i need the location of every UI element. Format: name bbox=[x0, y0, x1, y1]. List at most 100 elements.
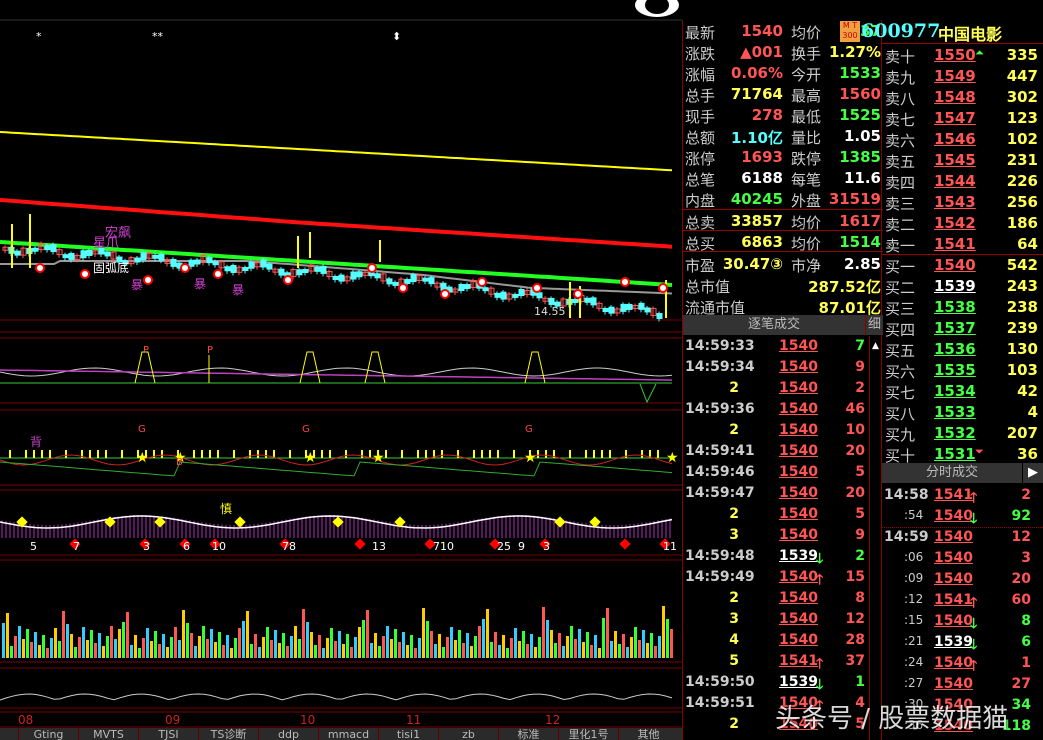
ask-volume: 256 bbox=[1006, 193, 1038, 211]
volume-bar bbox=[270, 640, 273, 658]
tick-panel-header[interactable]: 逐笔成交 bbox=[683, 315, 865, 335]
volume-bar bbox=[250, 644, 253, 658]
tick-row: 14:59:47 1540 20 bbox=[683, 483, 869, 504]
candle bbox=[350, 271, 357, 280]
volume-bar bbox=[26, 629, 29, 658]
kline-chart[interactable]: * ** ⬍★ ★ ★ ★ ★ ★ bbox=[0, 0, 682, 740]
badge-text: M T bbox=[842, 21, 858, 30]
tick-time: 14:59:41 bbox=[685, 443, 755, 459]
stock-code: 600977 bbox=[861, 20, 941, 42]
volume-bar bbox=[326, 638, 329, 658]
tick-time: 14:59:47 bbox=[685, 485, 755, 501]
scrollbar[interactable]: ▲ bbox=[869, 336, 883, 740]
tick-time: 2 bbox=[729, 422, 739, 438]
volume-bar bbox=[2, 623, 5, 658]
indicator-tab[interactable]: 标准 bbox=[498, 728, 558, 740]
ask-row[interactable]: 卖十 1550 ⏶ 335 bbox=[882, 45, 1043, 66]
trade-time: :06 bbox=[904, 550, 924, 564]
bid-price: 1533 bbox=[934, 403, 976, 421]
volume-bar bbox=[362, 620, 365, 658]
ask-row[interactable]: 卖九 1549 447 bbox=[882, 66, 1043, 87]
pattern-label: 固弧底 bbox=[93, 261, 130, 275]
scroll-up-icon[interactable]: ▲ bbox=[870, 341, 879, 351]
down-arrow-icon: 🡓 bbox=[970, 511, 978, 527]
ask-row[interactable]: 卖一 1541 64 bbox=[882, 234, 1043, 255]
bottom-signal-dot bbox=[35, 263, 45, 273]
volume-bar bbox=[358, 627, 361, 658]
ask-row[interactable]: 卖四 1544 226 bbox=[882, 171, 1043, 192]
indicator-tab[interactable]: zb bbox=[438, 728, 498, 740]
indicator-tab[interactable]: TJSI bbox=[138, 728, 198, 740]
bottom-signal-dot bbox=[573, 289, 583, 299]
indicator-tab[interactable]: tisi1 bbox=[378, 728, 438, 740]
volume-bar bbox=[294, 626, 297, 658]
ask-volume: 64 bbox=[1017, 235, 1038, 253]
bid-row[interactable]: 买七 1534 42 bbox=[882, 381, 1043, 402]
indicator-tab[interactable]: 其他 bbox=[618, 728, 678, 740]
trade-price: 1540 bbox=[934, 655, 973, 671]
ask-volume: 226 bbox=[1006, 172, 1038, 190]
bid-label: 买七 bbox=[885, 384, 916, 402]
ask-row[interactable]: 卖二 1542 186 bbox=[882, 213, 1043, 234]
bid-row[interactable]: 买三 1538 238 bbox=[882, 297, 1043, 318]
bid-row[interactable]: 买一 1540 542 bbox=[882, 255, 1043, 276]
candle bbox=[14, 250, 21, 256]
indicator-tab[interactable]: Gting bbox=[18, 728, 78, 740]
ask-label: 卖十 bbox=[885, 48, 916, 66]
bid-row[interactable]: 买二 1539 243 bbox=[882, 276, 1043, 297]
volume-bar bbox=[70, 634, 73, 658]
ask-row[interactable]: 卖三 1543 256 bbox=[882, 192, 1043, 213]
ask-label: 卖三 bbox=[885, 195, 916, 213]
candle bbox=[386, 278, 393, 285]
indicator-tab[interactable]: ddp bbox=[258, 728, 318, 740]
quote-value: 1525 bbox=[839, 106, 881, 124]
volume-bar bbox=[234, 638, 237, 658]
bid-row[interactable]: 买十 1531 ⏷ 36 bbox=[882, 444, 1043, 465]
volume-bar bbox=[406, 645, 409, 658]
signal-number: 6 bbox=[183, 540, 190, 553]
bid-row[interactable]: 买九 1532 207 bbox=[882, 423, 1043, 444]
ask-price: 1543 bbox=[934, 193, 976, 211]
volume-bar bbox=[478, 626, 481, 658]
minute-trades-header[interactable]: 分时成交 bbox=[882, 463, 1022, 483]
trade-volume: 20 bbox=[1011, 571, 1031, 587]
quote-label: 每笔 bbox=[791, 171, 822, 189]
quote-value: 287.52亿 bbox=[808, 278, 881, 296]
tick-row: 2 1540 5 bbox=[683, 504, 869, 525]
bid-row[interactable]: 买五 1536 130 bbox=[882, 339, 1043, 360]
quote-label: 量比 bbox=[791, 129, 822, 147]
bid-row[interactable]: 买八 1533 4 bbox=[882, 402, 1043, 423]
volume-bar bbox=[106, 636, 109, 658]
expand-button[interactable]: ▶ bbox=[1023, 463, 1043, 483]
volume-bar bbox=[554, 643, 557, 658]
tick-time: 14:59:49 bbox=[685, 569, 755, 585]
quote-value: 1533 bbox=[839, 64, 881, 82]
peak-signal bbox=[364, 351, 386, 384]
volume-bar bbox=[614, 631, 617, 658]
tick-price: 1540 bbox=[779, 485, 818, 501]
detail-button[interactable]: 细 bbox=[865, 315, 883, 335]
candle bbox=[374, 273, 381, 279]
tick-row: 14:59:34 1540 9 bbox=[683, 357, 869, 378]
bid-row[interactable]: 买四 1537 239 bbox=[882, 318, 1043, 339]
trade-volume: 8 bbox=[1021, 613, 1031, 629]
trade-volume: 2 bbox=[1021, 487, 1031, 503]
ask-row[interactable]: 卖七 1547 123 bbox=[882, 108, 1043, 129]
quote-value: 1.10亿 bbox=[730, 129, 783, 147]
tick-volume: 15 bbox=[845, 569, 865, 585]
indicator-tab[interactable]: MVTS bbox=[78, 728, 138, 740]
indicator-tab[interactable]: mmacd bbox=[318, 728, 378, 740]
bid-row[interactable]: 买六 1535 103 bbox=[882, 360, 1043, 381]
ask-row[interactable]: 卖八 1548 302 bbox=[882, 87, 1043, 108]
ask-row[interactable]: 卖五 1545 231 bbox=[882, 150, 1043, 171]
volume-bar bbox=[366, 610, 369, 658]
price-label: 14.55 bbox=[534, 305, 566, 318]
quote-row: 涨停 1693 跌停 1385 bbox=[683, 147, 883, 168]
volume-bar bbox=[10, 646, 13, 658]
indicator-tab[interactable]: 里化1号 bbox=[558, 728, 618, 740]
bid-volume: 238 bbox=[1006, 298, 1038, 316]
volume-bar bbox=[410, 635, 413, 658]
candle bbox=[332, 276, 339, 281]
ask-row[interactable]: 卖六 1546 102 bbox=[882, 129, 1043, 150]
indicator-tab[interactable]: TS诊断 bbox=[198, 728, 258, 740]
